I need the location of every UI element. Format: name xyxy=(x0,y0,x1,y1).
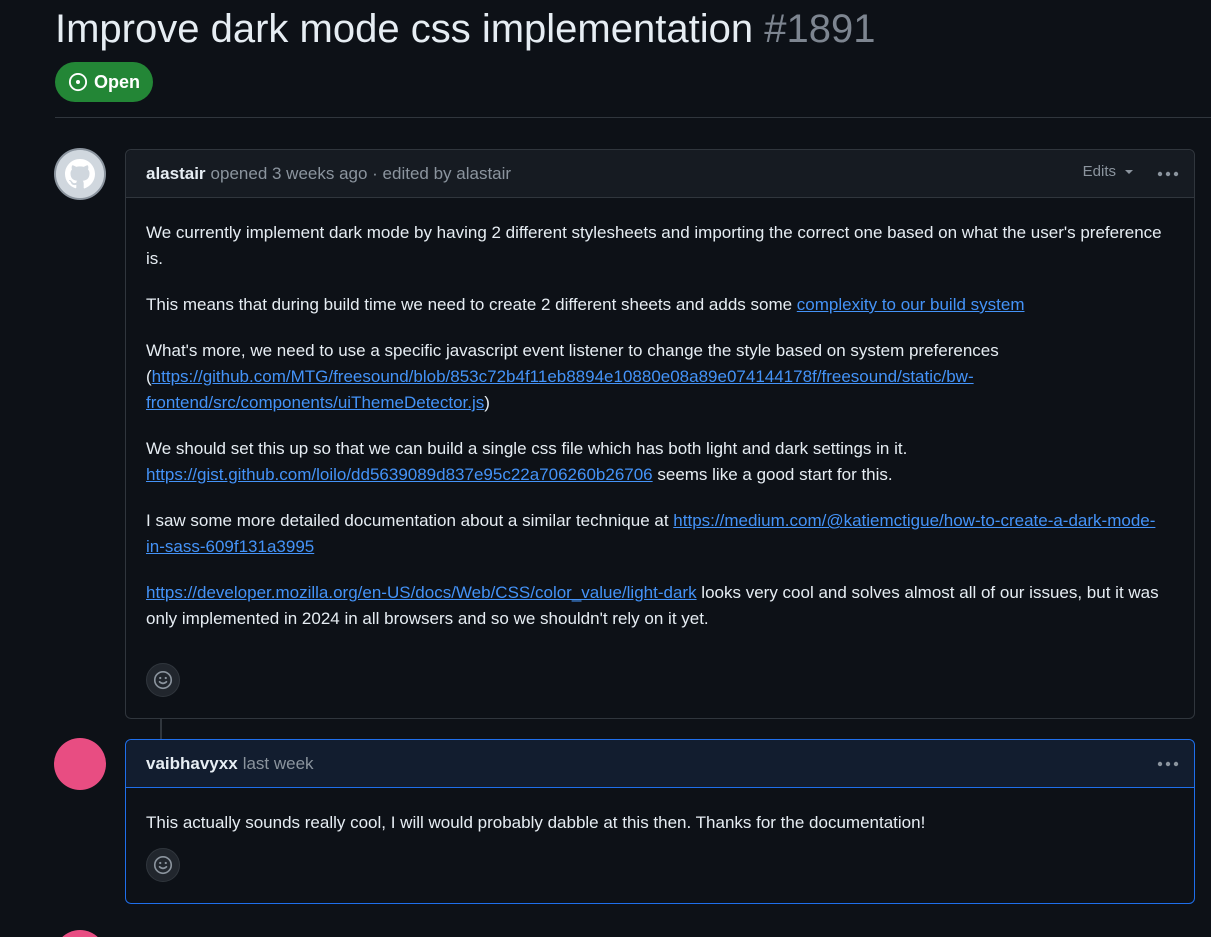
paragraph-4-end: seems like a good start for this. xyxy=(652,465,893,484)
issue-page: Improve dark mode css implementation #18… xyxy=(0,0,1211,937)
smiley-icon xyxy=(153,670,173,690)
timeline-connector xyxy=(160,718,162,740)
paragraph-3-end: ) xyxy=(484,393,490,412)
issue-number: #1891 xyxy=(764,7,876,51)
edits-label: Edits xyxy=(1082,163,1116,180)
comment-meta[interactable]: last week xyxy=(243,754,314,774)
issue-open-icon xyxy=(68,72,88,92)
triangle-down-icon xyxy=(1125,169,1133,174)
paragraph-2-text: This means that during build time we nee… xyxy=(146,295,797,314)
paragraph-6: https://developer.mozilla.org/en-US/docs… xyxy=(146,580,1174,632)
smiley-icon xyxy=(153,855,173,875)
ui-theme-detector-link[interactable]: https://github.com/MTG/freesound/blob/85… xyxy=(146,367,974,412)
comment-author[interactable]: vaibhavyxx xyxy=(146,754,238,774)
issue-title-text: Improve dark mode css implementation xyxy=(55,7,754,51)
paragraph-2: This means that during build time we nee… xyxy=(146,292,1174,318)
comment-meta[interactable]: opened 3 weeks ago · edited by alastair xyxy=(211,164,512,184)
paragraph-3: What's more, we need to use a specific j… xyxy=(146,338,1174,416)
kebab-horizontal-icon xyxy=(1157,761,1179,767)
paragraph-4-text: We should set this up so that we can bui… xyxy=(146,439,908,458)
paragraph-1: This actually sounds really cool, I will… xyxy=(146,813,926,832)
github-octocat-icon xyxy=(56,150,104,198)
comment-author[interactable]: alastair xyxy=(146,164,206,184)
comment-options-button[interactable] xyxy=(1156,162,1180,186)
kebab-horizontal-icon xyxy=(1157,171,1179,177)
avatar-next-commenter[interactable] xyxy=(54,930,106,937)
mdn-light-dark-link[interactable]: https://developer.mozilla.org/en-US/docs… xyxy=(146,583,697,602)
paragraph-1: We currently implement dark mode by havi… xyxy=(146,223,1162,268)
avatar-vaibhavyxx[interactable] xyxy=(54,738,106,790)
comment-options-button[interactable] xyxy=(1156,752,1180,776)
issue-state-badge: Open xyxy=(55,62,153,102)
issue-state-label: Open xyxy=(93,71,140,92)
comment-body: This actually sounds really cool, I will… xyxy=(126,788,1194,836)
avatar-alastair[interactable] xyxy=(54,148,106,200)
add-reaction-button[interactable] xyxy=(146,848,180,882)
issue-opening-comment: alastair opened 3 weeks ago · edited by … xyxy=(125,149,1195,719)
comment-header: alastair opened 3 weeks ago · edited by … xyxy=(126,150,1194,198)
paragraph-4: We should set this up so that we can bui… xyxy=(146,436,1174,488)
gist-link[interactable]: https://gist.github.com/loilo/dd5639089d… xyxy=(146,465,653,484)
issue-title: Improve dark mode css implementation #18… xyxy=(55,2,875,56)
edits-dropdown-button[interactable]: Edits xyxy=(1083,163,1134,180)
comment-header: vaibhavyxx last week xyxy=(126,740,1194,788)
reply-comment: vaibhavyxx last week This actually sound… xyxy=(125,739,1195,904)
add-reaction-button[interactable] xyxy=(146,663,180,697)
header-divider xyxy=(55,117,1211,118)
paragraph-5-text: I saw some more detailed documentation a… xyxy=(146,511,674,530)
comment-body: We currently implement dark mode by havi… xyxy=(126,198,1194,632)
paragraph-5: I saw some more detailed documentation a… xyxy=(146,508,1174,560)
build-system-link[interactable]: complexity to our build system xyxy=(797,295,1025,314)
